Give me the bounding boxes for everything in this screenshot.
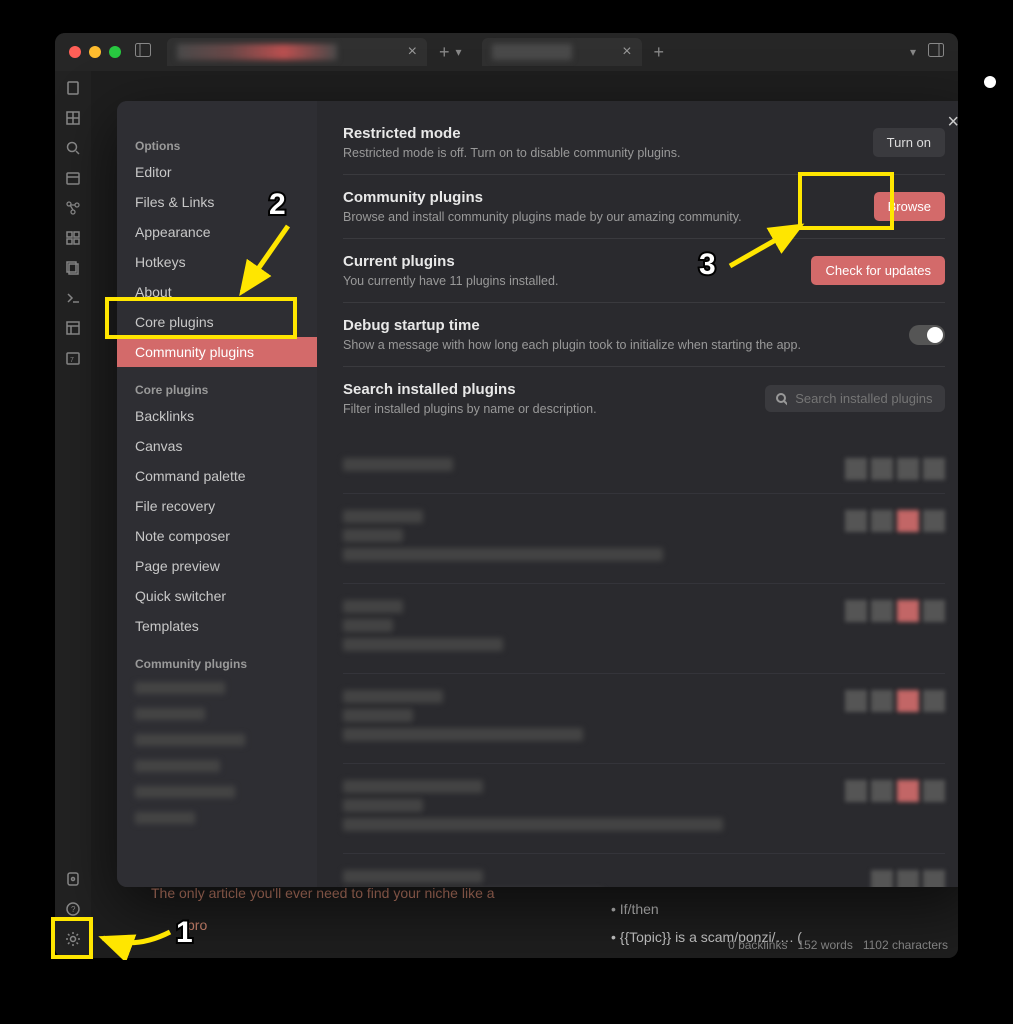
files-icon[interactable]: [64, 259, 82, 277]
settings-content: × Restricted mode Restricted mode is off…: [317, 101, 958, 887]
sidebar-item-plugin[interactable]: [117, 753, 317, 779]
setting-row-restricted: Restricted mode Restricted mode is off. …: [343, 125, 945, 175]
tab-dropdown-icon[interactable]: ▾: [910, 45, 916, 59]
graph-icon[interactable]: [64, 199, 82, 217]
editor-text: pro: [187, 917, 207, 933]
setting-desc: Show a message with how long each plugin…: [343, 338, 909, 352]
sidebar-item-plugin[interactable]: [117, 805, 317, 831]
setting-row-debug: Debug startup time Show a message with h…: [343, 303, 945, 367]
status-bar: 0 backlinks 152 words 1102 characters: [728, 938, 948, 952]
sidebar-item-plugin[interactable]: [117, 675, 317, 701]
search-input[interactable]: [795, 391, 935, 406]
sidebar-item-core-plugins[interactable]: Core plugins: [117, 307, 317, 337]
cursor-dot: [984, 76, 996, 88]
check-updates-button[interactable]: Check for updates: [811, 256, 945, 285]
zoom-window-button[interactable]: [109, 46, 121, 58]
close-icon[interactable]: ×: [622, 43, 631, 61]
close-icon[interactable]: ×: [408, 43, 417, 61]
status-backlinks[interactable]: 0 backlinks: [728, 938, 787, 952]
tab-1[interactable]: ×: [167, 38, 427, 66]
editor-text: The only article you'll ever need to fin…: [151, 885, 495, 901]
traffic-lights: [69, 46, 121, 58]
calendar-icon[interactable]: [64, 169, 82, 187]
new-tab-button[interactable]: +: [439, 42, 450, 63]
grid-icon[interactable]: [64, 229, 82, 247]
setting-desc: You currently have 11 plugins installed.: [343, 274, 811, 288]
titlebar: × + ▾ × + ▾: [55, 33, 958, 71]
setting-title: Current plugins: [343, 253, 811, 270]
status-chars: 1102 characters: [863, 938, 948, 952]
setting-row-current: Current plugins You currently have 11 pl…: [343, 239, 945, 303]
right-sidebar-toggle-icon[interactable]: [928, 43, 944, 62]
setting-row-community: Community plugins Browse and install com…: [343, 175, 945, 239]
setting-desc: Restricted mode is off. Turn on to disab…: [343, 146, 873, 160]
debug-toggle[interactable]: [909, 325, 945, 345]
sidebar-item-community-plugins[interactable]: Community plugins: [117, 337, 317, 367]
sidebar-item-hotkeys[interactable]: Hotkeys: [117, 247, 317, 277]
left-ribbon: 7 ?: [55, 71, 91, 958]
sidebar-item-templates[interactable]: Templates: [117, 611, 317, 641]
sidebar-item-editor[interactable]: Editor: [117, 157, 317, 187]
plugin-item[interactable]: [343, 584, 945, 674]
sidebar-item-page-preview[interactable]: Page preview: [117, 551, 317, 581]
close-window-button[interactable]: [69, 46, 81, 58]
close-icon[interactable]: ×: [947, 111, 958, 134]
layout-icon[interactable]: [64, 319, 82, 337]
sidebar-item-appearance[interactable]: Appearance: [117, 217, 317, 247]
sidebar-item-command-palette[interactable]: Command palette: [117, 461, 317, 491]
setting-row-search: Search installed plugins Filter installe…: [343, 367, 945, 430]
plugin-item[interactable]: [343, 494, 945, 584]
browse-button[interactable]: Browse: [874, 192, 945, 221]
vault-icon[interactable]: [64, 870, 82, 888]
sidebar-group-label: Options: [117, 135, 317, 157]
sidebar-item-backlinks[interactable]: Backlinks: [117, 401, 317, 431]
app-window: × + ▾ × + ▾ 7 ? The only arti: [55, 33, 958, 958]
plugin-item[interactable]: [343, 442, 945, 494]
plugin-item[interactable]: [343, 674, 945, 764]
sidebar-group-label: Core plugins: [117, 379, 317, 401]
table-icon[interactable]: [64, 109, 82, 127]
svg-text:?: ?: [71, 905, 76, 914]
setting-title: Debug startup time: [343, 317, 909, 334]
setting-desc: Browse and install community plugins mad…: [343, 210, 874, 224]
turn-on-button[interactable]: Turn on: [873, 128, 945, 157]
setting-desc: Filter installed plugins by name or desc…: [343, 402, 765, 416]
setting-title: Search installed plugins: [343, 381, 765, 398]
setting-title: Community plugins: [343, 189, 874, 206]
terminal-icon[interactable]: [64, 289, 82, 307]
sidebar-item-plugin[interactable]: [117, 779, 317, 805]
sidebar-item-file-recovery[interactable]: File recovery: [117, 491, 317, 521]
search-icon[interactable]: [64, 139, 82, 157]
minimize-window-button[interactable]: [89, 46, 101, 58]
settings-icon[interactable]: [64, 930, 82, 948]
sidebar-item-plugin[interactable]: [117, 727, 317, 753]
new-tab-button[interactable]: +: [654, 42, 665, 63]
plugin-item[interactable]: [343, 764, 945, 854]
tab-2[interactable]: ×: [482, 38, 642, 66]
sidebar-group-label: Community plugins: [117, 653, 317, 675]
settings-sidebar: Options Editor Files & Links Appearance …: [117, 101, 317, 887]
left-sidebar-toggle-icon[interactable]: [135, 43, 151, 62]
tab-chevron-icon[interactable]: ▾: [456, 45, 462, 59]
setting-title: Restricted mode: [343, 125, 873, 142]
file-icon[interactable]: [64, 79, 82, 97]
calendar-7-icon[interactable]: 7: [64, 349, 82, 367]
search-icon: [775, 392, 787, 406]
plugin-item[interactable]: [343, 854, 945, 887]
search-input-wrapper[interactable]: [765, 385, 945, 412]
sidebar-item-note-composer[interactable]: Note composer: [117, 521, 317, 551]
sidebar-item-about[interactable]: About: [117, 277, 317, 307]
sidebar-item-plugin[interactable]: [117, 701, 317, 727]
tabs: × + ▾ × +: [167, 38, 910, 66]
installed-plugin-list: [343, 442, 945, 887]
sidebar-item-quick-switcher[interactable]: Quick switcher: [117, 581, 317, 611]
svg-text:7: 7: [70, 357, 74, 364]
sidebar-item-canvas[interactable]: Canvas: [117, 431, 317, 461]
sidebar-item-files-links[interactable]: Files & Links: [117, 187, 317, 217]
settings-modal: Options Editor Files & Links Appearance …: [117, 101, 958, 887]
status-words: 152 words: [797, 938, 852, 952]
help-icon[interactable]: ?: [64, 900, 82, 918]
